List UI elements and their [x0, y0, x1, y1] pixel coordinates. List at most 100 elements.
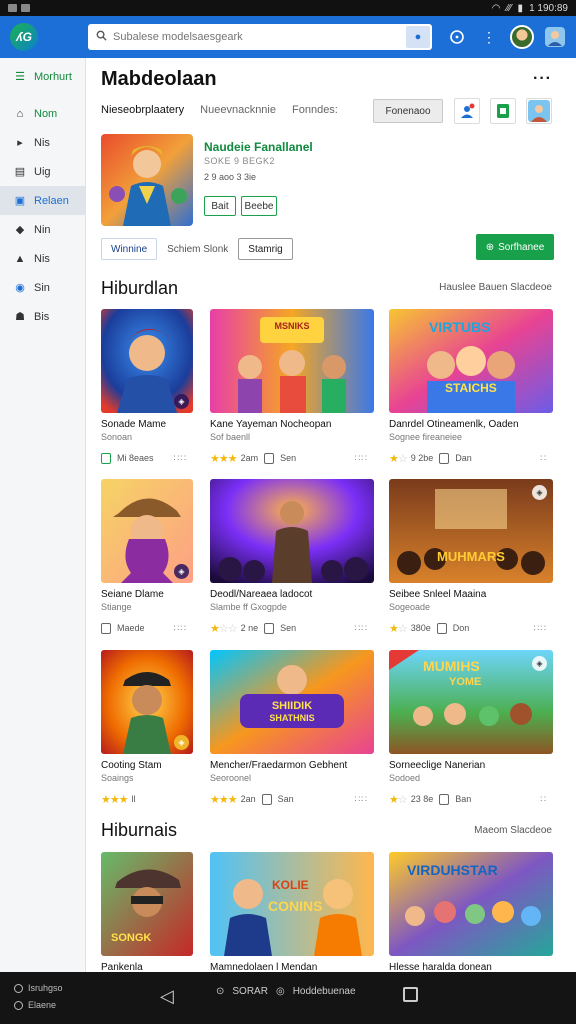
install-icon[interactable]	[439, 793, 450, 805]
game-card[interactable]: SHIIDIK SHATHNIS Mencher/Fraedarmon Gebh…	[210, 650, 374, 806]
account-icon[interactable]	[544, 26, 566, 48]
game-sub: Sogeoade	[389, 602, 431, 612]
install-icon[interactable]	[101, 622, 111, 634]
search-box[interactable]: ●	[88, 24, 432, 50]
game-card[interactable]: MSNIKS Kane Yayeman Nocheopan Sof baenll…	[210, 309, 374, 465]
tab-1[interactable]: Winnine	[101, 238, 158, 260]
status-time: 1 190:89	[529, 2, 568, 14]
gamepad-icon[interactable]: ⊙	[216, 986, 224, 997]
more-icon[interactable]: ∷∷	[534, 623, 547, 634]
rating-text: ll	[131, 794, 136, 804]
page-title: Mabdeolaan	[101, 68, 217, 90]
featured-chip[interactable]: Beebe	[241, 196, 277, 216]
game-card[interactable]: KOLIE CONINS Mamnedolaen l Mendan	[210, 852, 374, 972]
game-card[interactable]: MUHMARS ◈ Seibee Snleel Maaina Sogeoade …	[389, 479, 553, 635]
nav-item[interactable]: Isruhgso	[14, 980, 63, 997]
game-meta: Maede ∷∷	[101, 622, 193, 634]
sidebar-item-library[interactable]: ▣ Relaen	[0, 186, 85, 215]
more-icon[interactable]: ∷∷	[355, 794, 368, 805]
game-card[interactable]: ◈ Seiane Dlame Stiange Maede ∷∷	[101, 479, 193, 634]
install-icon[interactable]	[261, 793, 272, 805]
share-icon[interactable]	[454, 98, 480, 124]
rating-text: 380e	[410, 623, 431, 633]
game-sub: Sognee fireaneiee	[389, 432, 463, 442]
filter-link[interactable]: Fonndes:	[292, 104, 338, 116]
sidebar-item-globe[interactable]: ◉ Sin	[0, 273, 85, 302]
install-icon[interactable]	[264, 452, 275, 464]
game-card[interactable]: VIRDUHSTAR Hlesse haralda donean	[389, 852, 553, 972]
game-card[interactable]: SONGK Pankenla	[101, 852, 193, 972]
game-sub: Sodoed	[389, 773, 421, 783]
avatar[interactable]	[510, 25, 534, 49]
game-meta: ★☆ 380e Don ∷∷	[389, 622, 553, 635]
sidebar-item-bag[interactable]: ◆ Nin	[0, 215, 85, 244]
game-card[interactable]: MUMIHS YOME ◈ Sorneeclige Nanerian Sodoe…	[389, 650, 553, 806]
game-art: VIRTUBS STAICHS	[389, 309, 553, 413]
game-sub: Soaings	[101, 773, 134, 783]
install-icon[interactable]	[436, 622, 447, 634]
star-rating: ★☆	[389, 452, 408, 465]
star-rating: ★★★	[101, 793, 129, 806]
sheet-icon[interactable]	[490, 98, 516, 124]
sidebar-item-apps[interactable]: ▤ Uig	[0, 157, 85, 186]
game-card[interactable]: ◈ Cooting Stam Soaings ★★★ ll	[101, 650, 193, 806]
more-horiz-icon[interactable]: ···	[533, 70, 552, 88]
install-icon[interactable]	[101, 452, 111, 464]
more-vert-icon[interactable]: ⋮	[478, 26, 500, 48]
nav-item[interactable]: Elaene	[14, 997, 63, 1014]
tabs-row: Winnine Schiem Slonk Stamrig	[101, 238, 293, 260]
more-icon[interactable]: ∷∷	[174, 453, 187, 464]
install-icon[interactable]	[264, 622, 275, 634]
app-logo[interactable]: ʎG	[10, 23, 38, 51]
profile-icon[interactable]	[526, 98, 552, 124]
back-icon[interactable]: ◁	[160, 986, 174, 1007]
featured-chip[interactable]: Bait	[204, 196, 236, 216]
featured-title[interactable]: Naudeie Fanallanel	[204, 140, 313, 154]
game-card[interactable]: Deodl/Nareaea ladocot Slambe ff Gxogpde …	[210, 479, 374, 635]
filter-link[interactable]: Nueevnacknnie	[200, 104, 276, 116]
sidebar-item-tag[interactable]: ▲ Nis	[0, 244, 85, 273]
more-icon[interactable]: ∷∷	[355, 623, 368, 634]
home-icon: ⌂	[16, 107, 24, 120]
nav-center-label[interactable]: SORAR	[232, 986, 268, 997]
more-icon[interactable]: ∷∷	[174, 623, 187, 634]
section-links[interactable]: Maeom Slacdeoe	[474, 825, 552, 836]
help-icon[interactable]	[446, 26, 468, 48]
more-icon[interactable]: ∷	[540, 453, 547, 464]
badge-icon: ◈	[174, 394, 189, 409]
rating-text: Mi 8eaes	[117, 453, 154, 463]
search-input[interactable]	[113, 31, 393, 43]
sidebar-item-label: Bis	[34, 310, 50, 323]
sidebar-item-group[interactable]: ☗ Bis	[0, 302, 85, 331]
featured-game-art[interactable]	[101, 134, 193, 226]
mic-icon[interactable]: ●	[406, 26, 430, 48]
action-button[interactable]: Fonenaoo	[373, 99, 443, 123]
section-links[interactable]: Hauslee Bauen Slacdeoe	[439, 282, 552, 293]
sidebar-item-home[interactable]: ⌂ Nom	[0, 99, 85, 128]
nav-center-label[interactable]: Hoddebuenae	[293, 986, 356, 997]
battery-icon: ▮	[517, 2, 524, 14]
menu-button[interactable]: ☰ Morhurt	[0, 62, 85, 91]
sidebar-item-play[interactable]: ▸ Nis	[0, 128, 85, 157]
filter-link[interactable]: Nieseobrplaatery	[101, 104, 184, 116]
tab-2[interactable]: Schiem Slonk	[167, 244, 228, 255]
rating-text: 23 8e	[410, 794, 434, 804]
settings-icon	[14, 984, 23, 993]
more-icon[interactable]: ∷	[540, 794, 547, 805]
primary-green-button[interactable]: ⊕ Sorfhanee	[476, 234, 554, 260]
install-icon[interactable]	[439, 452, 450, 464]
history-icon[interactable]: ◎	[276, 986, 285, 997]
tab-3[interactable]: Stamrig	[238, 238, 293, 260]
recents-icon[interactable]	[403, 987, 418, 1002]
game-name: Kane Yayeman Nocheopan	[210, 419, 332, 430]
game-art	[210, 479, 374, 583]
more-icon[interactable]: ∷∷	[355, 453, 368, 464]
sidebar-item-label: Nis	[34, 136, 50, 149]
game-name: Pankenla	[101, 962, 143, 972]
game-art: SONGK	[101, 852, 193, 956]
wifi-icon: ◠	[491, 2, 501, 14]
filter-row: Nieseobrplaatery Nueevnacknnie Fonndes:	[101, 104, 338, 116]
rating-text: 2am	[240, 453, 259, 463]
game-card[interactable]: VIRTUBS STAICHS Danrdel Otineamenlk, Oad…	[389, 309, 553, 465]
game-card[interactable]: ◈ Sonade Mame Sonoan Mi 8eaes ∷∷	[101, 309, 193, 464]
